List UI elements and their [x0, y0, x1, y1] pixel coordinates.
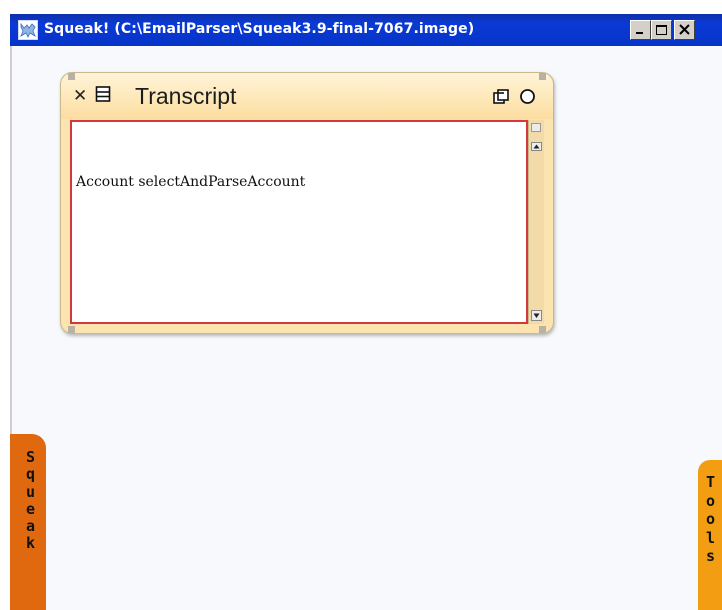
- flap-letter: q: [26, 465, 36, 484]
- tools-flap-tab[interactable]: T o o l s: [698, 460, 722, 610]
- squeak-flap-tab[interactable]: S q u e a k: [10, 434, 46, 610]
- flap-letter: o: [706, 491, 716, 510]
- minimize-button[interactable]: [630, 20, 651, 40]
- close-icon[interactable]: ✕: [73, 87, 87, 105]
- flap-letter: T: [706, 473, 716, 491]
- flap-letter: s: [706, 547, 716, 565]
- flap-letter: a: [26, 517, 36, 536]
- transcript-scrollbar[interactable]: [528, 120, 544, 324]
- window-title: Squeak! (C:\EmailParser\Squeak3.9-final-…: [44, 21, 475, 37]
- window-menu-icon[interactable]: [95, 85, 111, 107]
- collapse-icon[interactable]: [493, 89, 509, 109]
- minimize-icon: [636, 32, 643, 34]
- tools-flap-label: T o o l s: [706, 473, 715, 566]
- flap-letter: k: [26, 534, 36, 553]
- transcript-window[interactable]: ✕ Transcript Account selectAndParseAccou…: [60, 72, 554, 334]
- flap-letter: o: [706, 510, 716, 528]
- expand-icon[interactable]: [519, 88, 536, 109]
- transcript-content: Account selectAndParseAccount: [76, 174, 306, 190]
- maximize-button[interactable]: [651, 20, 672, 40]
- scroll-down-arrow-icon[interactable]: [531, 306, 542, 325]
- squeak-flap-label: S q u e a k: [26, 448, 36, 553]
- flap-letter: l: [706, 528, 716, 547]
- transcript-title: Transcript: [135, 83, 237, 109]
- transcript-text-pane[interactable]: Account selectAndParseAccount: [70, 120, 528, 324]
- window-title-bar[interactable]: Squeak! (C:\EmailParser\Squeak3.9-final-…: [10, 14, 722, 46]
- maximize-icon: [656, 25, 667, 35]
- close-button[interactable]: [674, 20, 695, 40]
- scroll-up-arrow-icon[interactable]: [531, 136, 542, 155]
- scrollbar-thumb[interactable]: [531, 123, 541, 132]
- close-icon: [679, 24, 690, 35]
- flap-letter: S: [26, 448, 36, 466]
- flap-letter: e: [26, 499, 36, 518]
- resize-corner-bottom-left[interactable]: [68, 326, 75, 333]
- resize-corner-bottom-right[interactable]: [539, 326, 546, 333]
- flap-letter: u: [26, 482, 36, 501]
- resize-corner-top-right[interactable]: [539, 73, 546, 80]
- squeak-app-icon[interactable]: [18, 20, 38, 40]
- resize-corner-top-left[interactable]: [68, 73, 75, 80]
